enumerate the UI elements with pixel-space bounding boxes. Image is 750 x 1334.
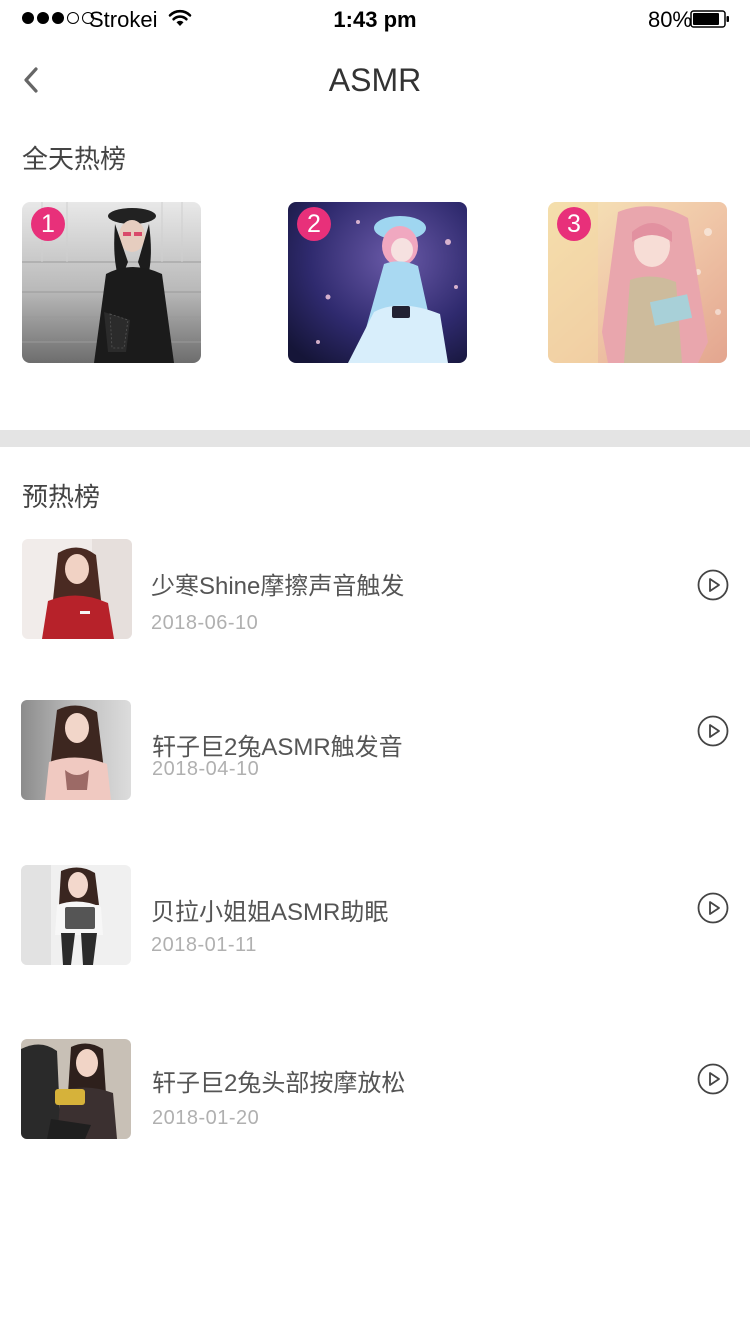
play-icon[interactable] [697, 892, 729, 924]
list-item-thumbnail [21, 865, 131, 965]
navigation-bar: ASMR [0, 40, 750, 124]
rank-badge: 3 [557, 207, 591, 241]
list-item[interactable]: 少寒Shine摩擦声音触发 2018-06-10 [0, 539, 750, 639]
play-icon[interactable] [697, 1063, 729, 1095]
battery-icon [690, 10, 729, 28]
list-item[interactable]: 轩子巨2兔ASMR触发音 2018-04-10 [0, 700, 750, 800]
list-item-date: 2018-06-10 [151, 612, 259, 634]
hot-card-2[interactable]: 2 [288, 202, 467, 363]
list-item-title: 轩子巨2兔ASMR触发音 [152, 734, 403, 761]
play-icon[interactable] [697, 569, 729, 601]
rank-badge: 2 [297, 207, 331, 241]
hot-card-3[interactable]: 3 [548, 202, 727, 363]
battery-percentage: 80% [647, 7, 692, 32]
status-bar: Strokei 1:43 pm 80% [0, 0, 750, 40]
list-item-date: 2018-01-11 [151, 934, 257, 956]
section-divider [0, 430, 750, 447]
daily-hot-list: 1 2 3 [0, 202, 750, 364]
list-item-thumbnail [21, 700, 131, 800]
play-icon[interactable] [697, 715, 729, 747]
list-item-date: 2018-04-10 [152, 758, 260, 780]
daily-hot-section-title: 全天热榜 [22, 144, 127, 174]
clock: 1:43 pm [333, 7, 417, 32]
rank-badge: 1 [31, 207, 65, 241]
list-item[interactable]: 轩子巨2兔头部按摩放松 2018-01-20 [0, 1039, 750, 1139]
hot-card-1[interactable]: 1 [22, 202, 201, 363]
page-title: ASMR [328, 62, 422, 98]
list-item-title: 轩子巨2兔头部按摩放松 [152, 1070, 406, 1097]
list-item-title: 贝拉小姐姐ASMR助眠 [151, 899, 389, 926]
list-item-thumbnail [21, 1039, 131, 1139]
list-item-title: 少寒Shine摩擦声音触发 [151, 573, 405, 600]
list-item[interactable]: 贝拉小姐姐ASMR助眠 2018-01-11 [0, 865, 750, 965]
pre-hot-section-title: 预热榜 [22, 482, 101, 512]
list-item-date: 2018-01-20 [152, 1107, 260, 1129]
list-item-thumbnail [22, 539, 132, 639]
